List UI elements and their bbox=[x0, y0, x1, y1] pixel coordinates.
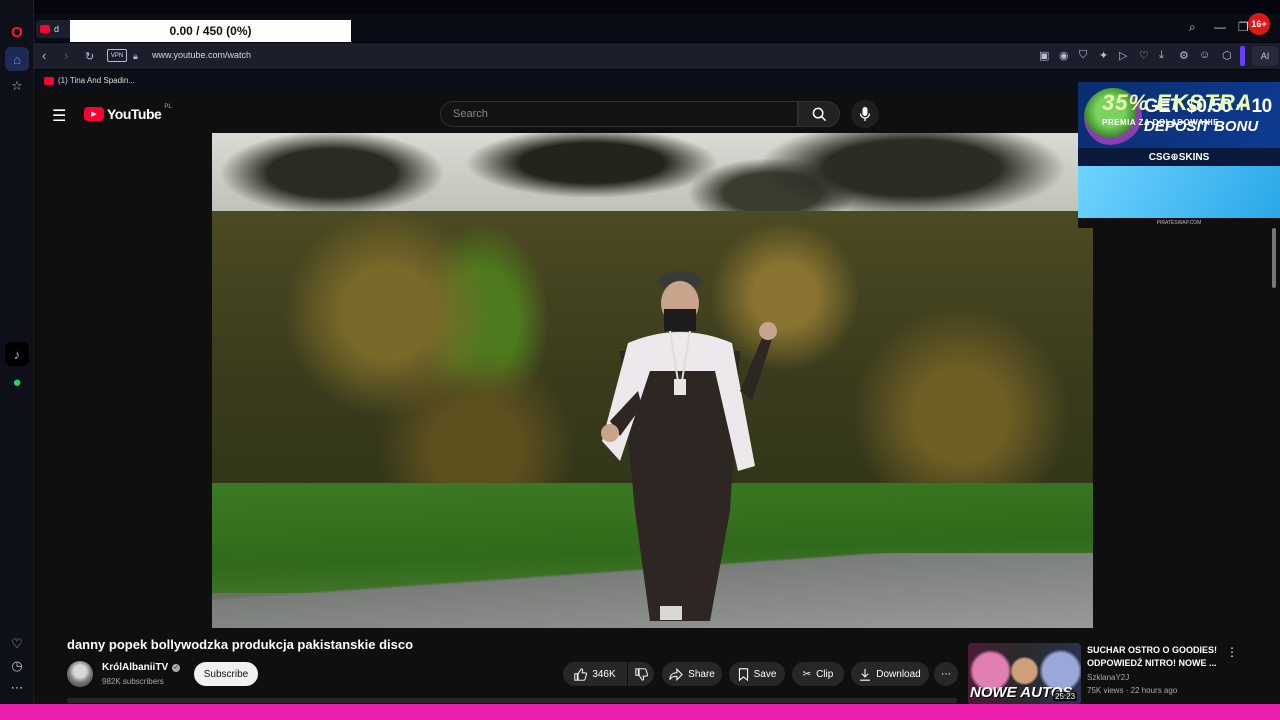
minimize-icon[interactable]: — bbox=[1214, 20, 1226, 34]
search-icon bbox=[812, 107, 826, 121]
recommended-channel[interactable]: SzklanaY2J bbox=[1087, 673, 1129, 682]
download-label: Download bbox=[876, 668, 921, 680]
description-box[interactable] bbox=[67, 698, 957, 703]
settings-icon[interactable]: ⚙ bbox=[1179, 49, 1189, 62]
tab-title: d bbox=[54, 24, 60, 34]
youtube-favicon-icon bbox=[44, 76, 54, 85]
reload-icon[interactable]: ↻ bbox=[85, 50, 94, 63]
bookmark-item[interactable]: (1) Tina And Spadin... bbox=[44, 76, 135, 85]
more-icon: ⋯ bbox=[941, 668, 951, 680]
notification-badge[interactable]: 16+ bbox=[1248, 13, 1270, 35]
url-field[interactable]: www.youtube.com/watch bbox=[152, 50, 251, 60]
ad-promo: 35% EKSTRA bbox=[1102, 90, 1253, 115]
counter-overlay: 0.00 / 450 (0%) bbox=[70, 20, 351, 42]
profile-icon[interactable]: ☺ bbox=[1199, 49, 1210, 61]
opera-logo[interactable]: O bbox=[5, 20, 29, 44]
share-label: Share bbox=[688, 668, 715, 680]
snapshot-icon[interactable]: ▣ bbox=[1039, 49, 1049, 62]
download-icon[interactable]: ⤓ bbox=[1159, 49, 1164, 62]
youtube-logo[interactable]: ▶ YouTube PL bbox=[84, 104, 172, 122]
verified-icon: ✓ bbox=[172, 663, 181, 672]
like-icon bbox=[574, 667, 588, 681]
ad-promo-sub: PREMIA ZA DOŁADOWANIE bbox=[1102, 118, 1220, 127]
more-actions-button[interactable]: ⋯ bbox=[934, 662, 958, 686]
save-button[interactable]: Save bbox=[729, 662, 785, 686]
dislike-icon bbox=[634, 667, 648, 681]
voice-search-button[interactable] bbox=[851, 100, 879, 128]
video-title: danny popek bollywodzka produkcja pakist… bbox=[67, 637, 414, 652]
channel-name[interactable]: KrólAlbaniiTV bbox=[102, 662, 168, 673]
youtube-play-icon: ▶ bbox=[84, 107, 104, 121]
extension-icon[interactable]: ✦ bbox=[1099, 49, 1108, 62]
advertisement[interactable]: GET $0.50 + 10 DEPOSIT BONU CSG⊕SKINS 35… bbox=[1078, 82, 1280, 228]
dislike-button[interactable] bbox=[628, 662, 654, 686]
video-person bbox=[601, 271, 777, 621]
heart-icon[interactable]: ♡ bbox=[1139, 49, 1149, 62]
spotify-icon[interactable]: ● bbox=[5, 370, 29, 394]
back-icon[interactable]: ‹ bbox=[42, 48, 46, 63]
clip-label: Clip bbox=[816, 668, 834, 680]
ai-label: AI bbox=[1260, 51, 1270, 61]
lock-icon[interactable]: 🔒︎ bbox=[133, 51, 138, 62]
bookmark-label: (1) Tina And Spadin... bbox=[58, 76, 135, 85]
save-icon bbox=[738, 667, 748, 681]
heart-icon[interactable]: ♡ bbox=[5, 632, 29, 656]
recommended-menu-icon[interactable]: ⋮ bbox=[1226, 645, 1238, 659]
region-code: PL bbox=[164, 104, 172, 110]
recommended-duration: 25:23 bbox=[1053, 692, 1078, 701]
youtube-favicon-icon bbox=[40, 25, 50, 33]
subscribe-button[interactable]: Subscribe bbox=[194, 662, 258, 686]
recommended-title[interactable]: SUCHAR OSTRO O GOODIES! ODPOWIEDŹ NITRO!… bbox=[1087, 644, 1227, 670]
home-icon[interactable]: ⌂ bbox=[5, 47, 29, 71]
mic-icon bbox=[859, 107, 871, 121]
clip-button[interactable]: ✂ Clip bbox=[792, 662, 844, 686]
cube-icon[interactable]: ⬡ bbox=[1222, 49, 1232, 62]
page-scrollbar[interactable] bbox=[1272, 228, 1276, 288]
menu-icon[interactable]: ☰ bbox=[52, 106, 66, 126]
channel-avatar[interactable] bbox=[67, 661, 93, 687]
subscriber-count: 982K subscribers bbox=[102, 677, 164, 686]
video-branches bbox=[212, 133, 1093, 223]
purple-indicator bbox=[1240, 46, 1245, 66]
download-button[interactable]: Download bbox=[851, 662, 929, 686]
search-button[interactable] bbox=[798, 101, 840, 127]
download-icon bbox=[860, 668, 871, 681]
recommended-meta: 75K views · 22 hours ago bbox=[1087, 686, 1178, 695]
search-tabs-icon[interactable]: ⌕ bbox=[1189, 20, 1196, 35]
tiktok-icon[interactable]: ♪ bbox=[5, 342, 29, 366]
vpn-badge[interactable]: VPN bbox=[107, 49, 127, 62]
like-button[interactable]: 346K bbox=[563, 662, 627, 686]
more-icon[interactable]: ⋯ bbox=[5, 676, 29, 700]
clock-icon[interactable]: ◷ bbox=[5, 654, 29, 678]
ai-button[interactable]: AI bbox=[1252, 46, 1278, 66]
ad-footer: PIRATESWAP.COM bbox=[1078, 218, 1280, 228]
clip-icon: ✂ bbox=[802, 668, 812, 680]
taskbar-strip bbox=[0, 704, 1280, 720]
shield-icon[interactable]: ⛉ bbox=[1079, 49, 1087, 62]
star-icon[interactable]: ☆ bbox=[5, 74, 29, 98]
video-player[interactable] bbox=[212, 133, 1093, 628]
youtube-logo-text: YouTube bbox=[107, 106, 162, 122]
camera-icon[interactable]: ◉ bbox=[1059, 49, 1069, 62]
ad-bottom-panel bbox=[1078, 166, 1280, 218]
forward-icon[interactable]: › bbox=[64, 48, 68, 63]
share-icon bbox=[669, 667, 684, 681]
like-count: 346K bbox=[592, 668, 616, 680]
channel-name-row[interactable]: KrólAlbaniiTV ✓ bbox=[102, 662, 181, 673]
ad-brand: CSG⊕SKINS bbox=[1078, 148, 1280, 166]
play-icon[interactable]: ▷ bbox=[1119, 49, 1127, 62]
save-label: Save bbox=[753, 668, 777, 680]
search-input[interactable]: Search bbox=[440, 101, 798, 127]
opera-sidebar: O ⌂ ☆ ♪ ● ♡ ◷ ⋯ bbox=[0, 0, 34, 720]
share-button[interactable]: Share bbox=[662, 662, 722, 686]
